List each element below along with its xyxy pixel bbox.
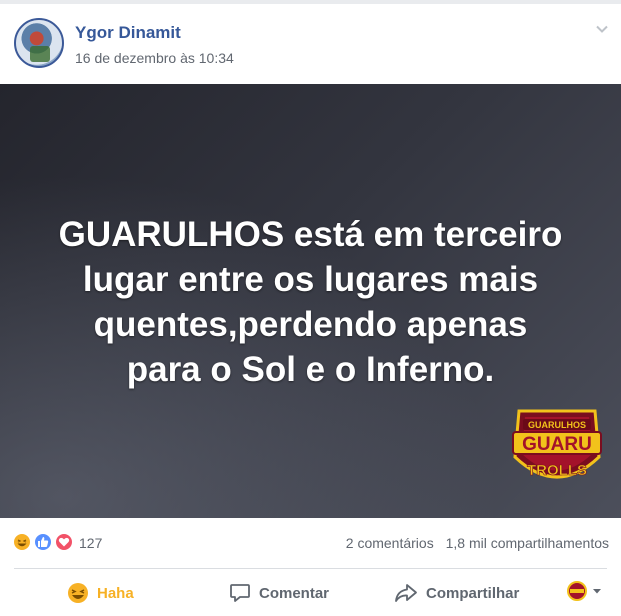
avatar[interactable] — [14, 18, 64, 68]
action-bar: Haha Comentar Compartilhar — [0, 569, 621, 616]
chevron-down-icon[interactable] — [595, 22, 609, 36]
caption-line: lugar entre os lugares mais — [82, 260, 539, 299]
logo-text-top: GUARULHOS — [528, 420, 586, 430]
share-count-link[interactable]: 1,8 mil compartilhamentos — [446, 535, 609, 551]
comment-label: Comentar — [259, 584, 330, 602]
logo-text-middle: GUARU — [522, 434, 592, 455]
reaction-count[interactable]: 127 — [79, 535, 102, 551]
share-icon — [394, 582, 418, 604]
post-header: Ygor Dinamit 16 de dezembro às 10:34 — [0, 4, 621, 84]
comment-icon — [229, 582, 251, 604]
like-icon[interactable] — [33, 532, 53, 552]
logo-text-bottom: TROLLS — [527, 462, 587, 479]
haha-label: Haha — [97, 584, 134, 602]
audience-selector[interactable] — [567, 581, 603, 601]
haha-icon[interactable] — [12, 532, 32, 552]
comment-button[interactable]: Comentar — [229, 578, 329, 608]
profile-thumbnail-icon — [567, 581, 587, 601]
post-timestamp[interactable]: 16 de dezembro às 10:34 — [75, 50, 234, 66]
share-label: Compartilhar — [426, 584, 520, 602]
caption-line: quentes,perdendo apenas — [93, 305, 528, 344]
love-icon[interactable] — [54, 532, 74, 552]
reaction-stats-bar: 127 2 comentários 1,8 mil compartilhamen… — [0, 518, 621, 568]
guaru-trolls-logo: GUARULHOS GUARU TROLLS — [512, 409, 602, 479]
share-button[interactable]: Compartilhar — [394, 578, 519, 608]
caret-down-icon — [593, 589, 601, 594]
haha-icon — [67, 582, 89, 604]
haha-reaction-button[interactable]: Haha — [67, 578, 134, 608]
image-caption: GUARULHOS está em terceiro lugar entre o… — [20, 212, 601, 392]
post-image[interactable]: GUARULHOS está em terceiro lugar entre o… — [0, 84, 621, 518]
engagement-counts: 2 comentários 1,8 mil compartilhamentos — [338, 535, 609, 551]
caption-line: para o Sol e o Inferno. — [126, 350, 495, 389]
author-name[interactable]: Ygor Dinamit — [75, 23, 181, 43]
caption-line: GUARULHOS está em terceiro — [58, 215, 563, 254]
comment-count-link[interactable]: 2 comentários — [346, 535, 434, 551]
post-card: Ygor Dinamit 16 de dezembro às 10:34 GUA… — [0, 0, 621, 616]
